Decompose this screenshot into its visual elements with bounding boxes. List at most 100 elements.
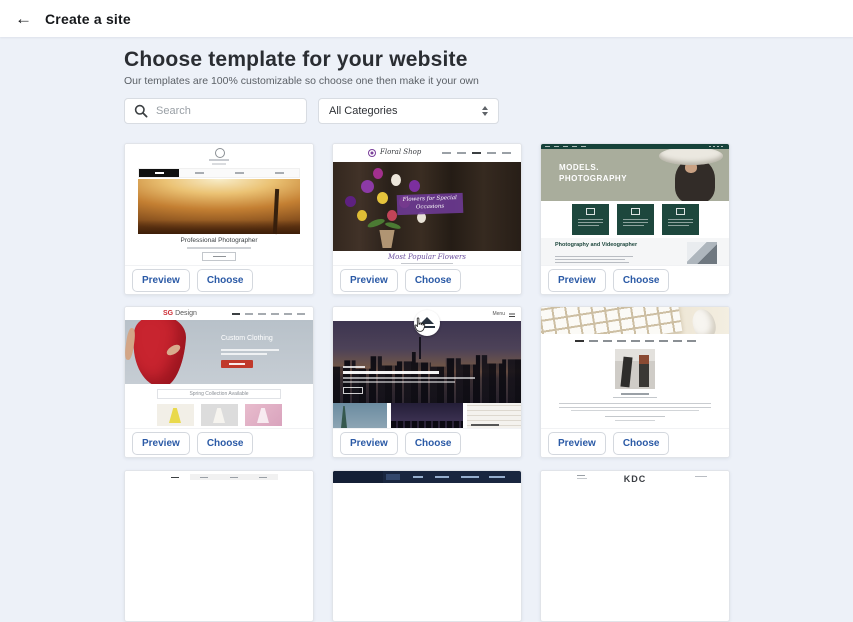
- preview-button[interactable]: Preview: [340, 432, 398, 455]
- template-thumbnail-city[interactable]: Menu: [333, 307, 521, 430]
- decor-line: [391, 174, 401, 186]
- decor-line: MODELS.: [559, 163, 627, 174]
- decor-line: [615, 420, 655, 421]
- template-title: Professional Photographer: [125, 237, 313, 244]
- decor-line: [617, 340, 626, 342]
- back-arrow-icon[interactable]: ←: [15, 10, 32, 27]
- choose-button[interactable]: Choose: [613, 432, 670, 455]
- flower-logo-icon: [369, 150, 375, 156]
- decor-line: [213, 408, 225, 423]
- search-box: [124, 98, 307, 124]
- decor-line: [662, 204, 699, 235]
- statue-of-liberty-thumbnail: [333, 403, 387, 430]
- decor-line: [442, 152, 451, 154]
- card-actions: Preview Choose: [333, 265, 521, 294]
- search-input[interactable]: [154, 104, 306, 118]
- choose-button[interactable]: Choose: [197, 432, 254, 455]
- about-section: Photography and Videographer: [541, 238, 729, 267]
- sun-hat: [659, 149, 723, 165]
- card-actions: Preview Choose: [125, 428, 313, 457]
- decor-line: [387, 210, 397, 221]
- decor-line: [645, 340, 654, 342]
- decor-line: [415, 318, 425, 331]
- decor-line: [578, 219, 603, 220]
- decor-line: SG: [163, 310, 173, 317]
- decor-line: [668, 225, 689, 226]
- decor-line: [559, 407, 711, 408]
- preview-button[interactable]: Preview: [548, 432, 606, 455]
- decor-line: [232, 313, 240, 315]
- template-nav-bar: [232, 313, 305, 315]
- decor-line: [343, 366, 365, 368]
- template-nav-bar: [333, 471, 521, 483]
- template-nav-bar: [442, 152, 511, 154]
- cursor-pointer-icon: [412, 317, 427, 334]
- decor-line: [575, 340, 584, 342]
- category-select[interactable]: All Categories: [318, 98, 499, 124]
- decor-line: [212, 163, 226, 165]
- template-card-partial-1: [124, 470, 314, 622]
- decor-line: [259, 169, 299, 177]
- decor-line: [385, 221, 402, 230]
- decor-line: [457, 152, 466, 154]
- choose-button[interactable]: Choose: [613, 269, 670, 292]
- gallery-row: [333, 403, 521, 430]
- decor-line: [668, 219, 693, 220]
- red-dress: [131, 320, 188, 384]
- template-thumbnail-photographer[interactable]: Professional Photographer: [125, 144, 313, 267]
- decor-line: [257, 408, 269, 423]
- top-bar: ← Create a site: [0, 0, 853, 37]
- decor-line: [555, 262, 629, 263]
- decor-line: [695, 476, 707, 477]
- section-title: Most Popular Flowers: [333, 253, 521, 261]
- product-photo: [245, 404, 282, 426]
- decor-line: PHOTOGRAPHY: [559, 174, 627, 185]
- card-actions: Preview Choose: [125, 265, 313, 294]
- decor-line: [555, 256, 633, 257]
- choose-button[interactable]: Choose: [405, 269, 462, 292]
- template-card-floral-shop: Floral Shop Flowers for Special Occasion…: [332, 143, 522, 295]
- decor-line: [169, 408, 181, 423]
- product-photo: [157, 404, 194, 426]
- template-card-models-photography: MODELS. PHOTOGRAPHY Photography and Vide…: [540, 143, 730, 295]
- hamburger-icon: [509, 312, 515, 317]
- choose-button[interactable]: Choose: [405, 432, 462, 455]
- template-thumbnail-business[interactable]: [541, 307, 729, 430]
- preview-button[interactable]: Preview: [548, 269, 606, 292]
- template-card-city: Menu Preview Choose: [332, 306, 522, 458]
- card-actions: Preview Choose: [333, 428, 521, 457]
- decor-line: [209, 159, 229, 161]
- office-photo: [615, 349, 655, 389]
- preview-button[interactable]: Preview: [132, 269, 190, 292]
- product-photo: [201, 404, 238, 426]
- template-thumbnail-fashion[interactable]: SG Design Custom Clothing Spring Collect…: [125, 307, 313, 430]
- decor-line: [435, 476, 449, 478]
- decor-line: [572, 204, 609, 235]
- template-card-partial-kdc: KDC: [540, 470, 730, 622]
- decor-line: [343, 381, 455, 383]
- decor-line: [623, 225, 644, 226]
- decor-line: [605, 416, 665, 417]
- decor-line: [631, 340, 640, 342]
- decor-line: [187, 247, 251, 249]
- decor-line: [367, 217, 386, 229]
- sunset-field-photo: [138, 179, 300, 234]
- template-thumbnail-floral[interactable]: Floral Shop Flowers for Special Occasion…: [333, 144, 521, 267]
- decor-line: [245, 313, 253, 315]
- section-title: Photography and Videographer: [555, 242, 650, 249]
- red-dress-photo: Custom Clothing: [125, 320, 313, 384]
- template-thumbnail-models[interactable]: MODELS. PHOTOGRAPHY Photography and Vide…: [541, 144, 729, 267]
- template-thumbnail-partial[interactable]: KDC: [541, 471, 729, 594]
- template-nav-bar: [541, 340, 729, 342]
- decor-line: [659, 340, 668, 342]
- template-thumbnail-partial[interactable]: [125, 471, 313, 594]
- decor-line: [668, 222, 693, 223]
- preview-button[interactable]: Preview: [340, 269, 398, 292]
- computer-mouse: [689, 307, 719, 334]
- choose-button[interactable]: Choose: [197, 269, 254, 292]
- decor-line: [571, 410, 699, 411]
- preview-button[interactable]: Preview: [132, 432, 190, 455]
- decor-line: [219, 169, 259, 177]
- template-thumbnail-partial[interactable]: [333, 471, 521, 594]
- site-logo: [386, 474, 400, 480]
